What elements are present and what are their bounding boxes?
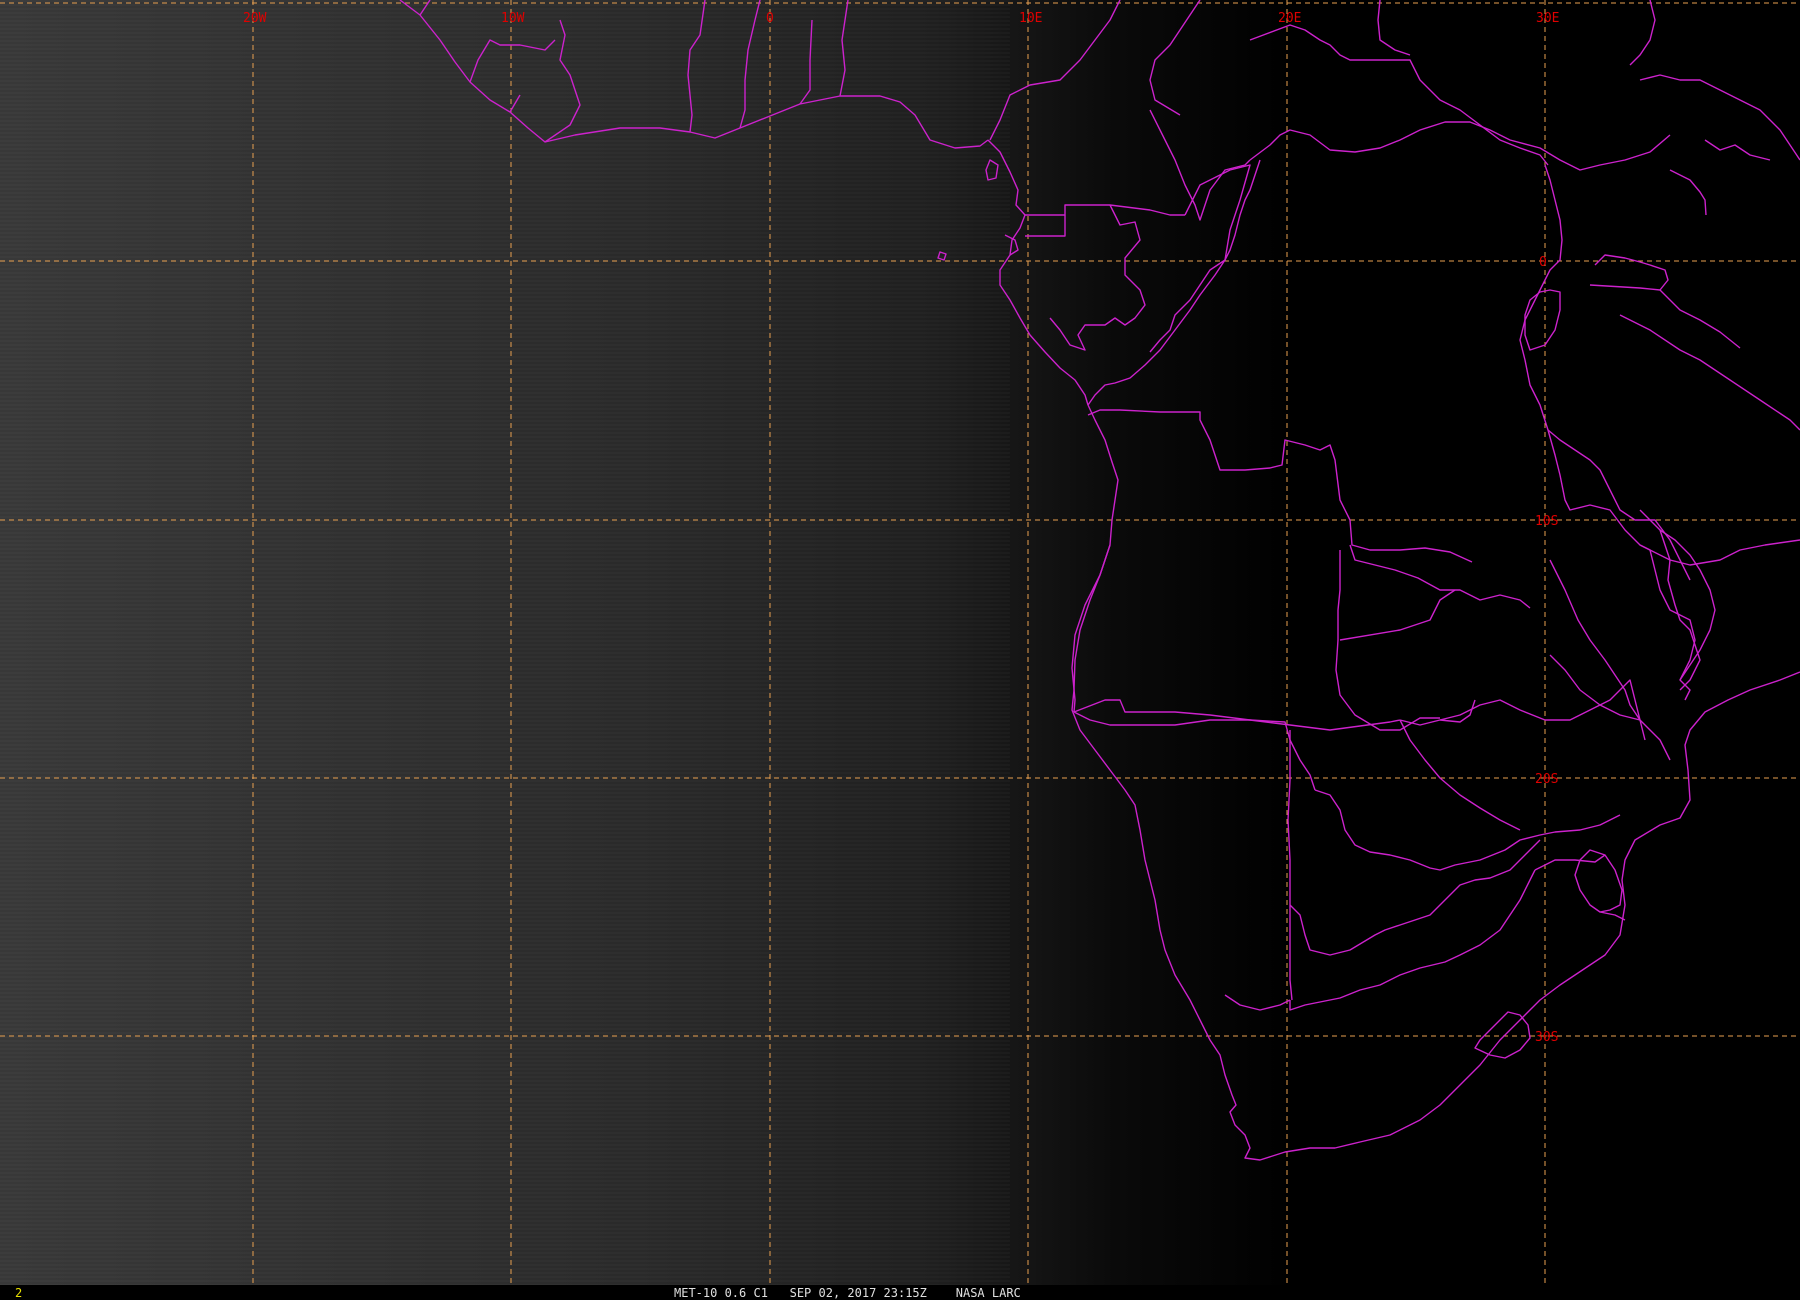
label-30e: 30E [1536,11,1559,26]
scan-lines [0,0,1010,1285]
label-10w: 10W [501,11,525,26]
label-equator: 0 [1539,255,1547,270]
frame-number: 2 [15,1286,22,1300]
label-10e: 10E [1019,11,1042,26]
label-30s: 30S [1535,1030,1558,1045]
label-0-meridian: 0 [766,11,774,26]
label-20w: 20W [243,11,267,26]
label-10s: 10S [1535,514,1558,529]
label-20e: 20E [1278,11,1301,26]
satellite-map: 20W 10W 0 10E 20E 30E 0 10S 20S 30S 2 ME… [0,0,1800,1300]
label-20s: 20S [1535,772,1558,787]
image-caption: MET-10 0.6 C1 SEP 02, 2017 23:15Z NASA L… [674,1286,1021,1300]
